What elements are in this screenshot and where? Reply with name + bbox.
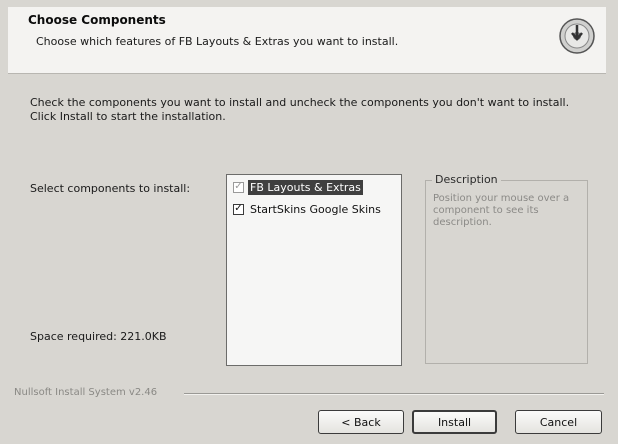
description-legend: Description	[432, 173, 501, 186]
cancel-button[interactable]: Cancel	[515, 410, 602, 434]
component-label[interactable]: FB Layouts & Extras	[248, 179, 363, 195]
checkbox-startskins[interactable]: ✓	[233, 203, 244, 215]
select-components-label: Select components to install:	[30, 182, 191, 195]
component-item-fb-layouts[interactable]: ✓ FB Layouts & Extras	[233, 179, 363, 195]
instructions-text: Check the components you want to install…	[30, 96, 570, 123]
description-group: Description Position your mouse over a c…	[425, 173, 588, 364]
header-banner: Choose Components Choose which features …	[8, 7, 606, 74]
description-text: Position your mouse over a component to …	[433, 193, 570, 228]
back-button[interactable]: < Back	[318, 410, 404, 434]
component-label[interactable]: StartSkins Google Skins	[248, 202, 383, 217]
page-title: Choose Components	[28, 13, 166, 27]
branding-text: Nullsoft Install System v2.46	[14, 387, 158, 398]
page-subtitle: Choose which features of FB Layouts & Ex…	[36, 35, 399, 48]
component-item-startskins[interactable]: ✓ StartSkins Google Skins	[233, 201, 383, 217]
divider	[184, 393, 604, 395]
components-tree[interactable]: ✓ FB Layouts & Extras ✓ StartSkins Googl…	[226, 174, 402, 366]
installer-disc-icon	[559, 18, 595, 54]
space-required-text: Space required: 221.0KB	[30, 330, 167, 343]
checkbox-fb-layouts: ✓	[233, 181, 244, 193]
install-button[interactable]: Install	[412, 410, 497, 434]
